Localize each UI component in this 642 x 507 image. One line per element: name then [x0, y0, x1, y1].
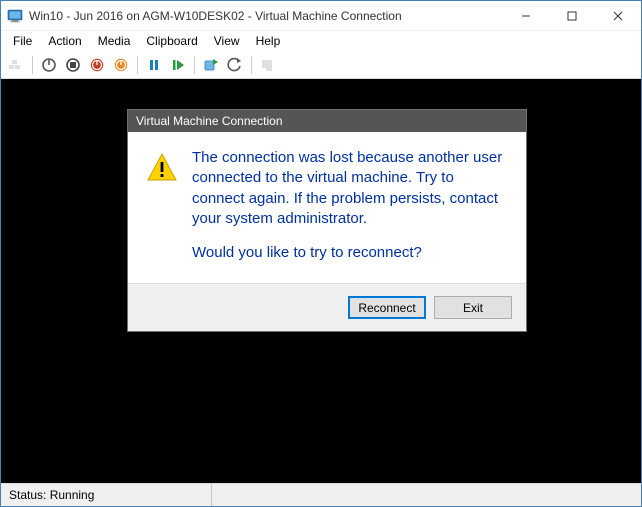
status-empty — [212, 484, 228, 506]
toolbar-separator — [194, 56, 195, 74]
dialog-title: Virtual Machine Connection — [128, 110, 526, 132]
menu-file[interactable]: File — [5, 32, 40, 50]
menu-help[interactable]: Help — [248, 32, 289, 50]
close-button[interactable] — [595, 1, 641, 30]
titlebar: Win10 - Jun 2016 on AGM-W10DESK02 - Virt… — [1, 1, 641, 31]
shutdown-icon[interactable] — [86, 54, 108, 76]
statusbar: Status: Running — [1, 483, 641, 506]
window-title: Win10 - Jun 2016 on AGM-W10DESK02 - Virt… — [29, 9, 503, 23]
turnoff-icon[interactable] — [62, 54, 84, 76]
start-icon[interactable] — [38, 54, 60, 76]
menu-action[interactable]: Action — [40, 32, 89, 50]
reconnect-button[interactable]: Reconnect — [348, 296, 426, 319]
exit-button[interactable]: Exit — [434, 296, 512, 319]
toolbar-separator — [32, 56, 33, 74]
dialog-question: Would you like to try to reconnect? — [192, 243, 508, 263]
warning-icon — [146, 148, 178, 265]
menu-clipboard[interactable]: Clipboard — [138, 32, 205, 50]
toolbar-separator — [251, 56, 252, 74]
menubar: File Action Media Clipboard View Help — [1, 31, 641, 51]
app-icon — [7, 8, 23, 24]
reset-icon[interactable] — [167, 54, 189, 76]
toolbar-separator — [137, 56, 138, 74]
maximize-button[interactable] — [549, 1, 595, 30]
status-label: Status: Running — [1, 484, 211, 506]
pause-icon[interactable] — [143, 54, 165, 76]
ctrl-alt-del-icon — [5, 54, 27, 76]
minimize-button[interactable] — [503, 1, 549, 30]
menu-media[interactable]: Media — [90, 32, 139, 50]
connection-lost-dialog: Virtual Machine Connection The connectio… — [127, 109, 527, 332]
menu-view[interactable]: View — [206, 32, 248, 50]
vm-viewport: Virtual Machine Connection The connectio… — [1, 79, 641, 483]
toolbar — [1, 51, 641, 79]
revert-icon[interactable] — [224, 54, 246, 76]
save-icon[interactable] — [110, 54, 132, 76]
dialog-message: The connection was lost because another … — [192, 148, 508, 229]
checkpoint-icon[interactable] — [200, 54, 222, 76]
enhanced-session-icon — [257, 54, 279, 76]
